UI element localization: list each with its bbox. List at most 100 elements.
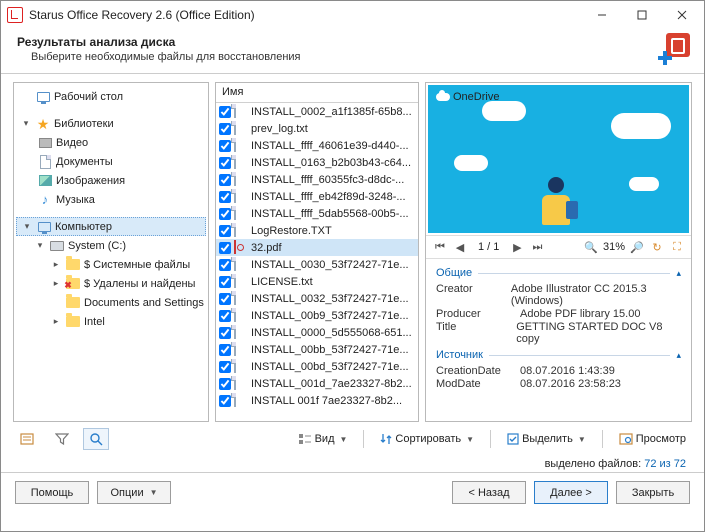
nav-last-icon[interactable]: ⏭ [529,239,545,255]
file-row[interactable]: INSTALL_0030_53f72427-71e... [216,256,418,273]
tree-desktop[interactable]: Рабочий стол [16,87,206,106]
section-source[interactable]: Источник [436,349,483,361]
tree-documents[interactable]: Документы [16,152,206,171]
file-checkbox[interactable] [219,327,231,339]
file-name: INSTALL_0000_5d555068-651... [251,327,412,339]
rotate-icon[interactable]: ↻ [649,239,665,255]
file-checkbox[interactable] [219,106,231,118]
tree-images[interactable]: Изображения [16,171,206,190]
file-row[interactable]: prev_log.txt [216,120,418,137]
file-name: INSTALL_00bb_53f72427-71e... [251,344,409,356]
collapse-icon[interactable]: ▴ [676,268,681,279]
file-row[interactable]: LogRestore.TXT [216,222,418,239]
tree-libraries[interactable]: ▾★Библиотеки [16,114,206,133]
file-checkbox[interactable] [219,242,231,254]
help-button[interactable]: Помощь [15,481,89,504]
file-checkbox[interactable] [219,140,231,152]
zoom-level: 31% [603,241,625,253]
file-row[interactable]: INSTALL_00b9_53f72427-71e... [216,307,418,324]
document-icon [234,258,248,272]
file-checkbox[interactable] [219,344,231,356]
view-button[interactable]: Вид▼ [292,428,354,450]
file-row[interactable]: INSTALL_0032_53f72427-71e... [216,290,418,307]
nav-first-icon[interactable]: ⏮ [432,239,448,255]
file-checkbox[interactable] [219,123,231,135]
file-row[interactable]: INSTALL_ffff_5dab5568-00b5-... [216,205,418,222]
next-button[interactable]: Далее > [534,481,608,504]
file-row[interactable]: INSTALL_0002_a1f1385f-65b8... [216,103,418,120]
file-name: LogRestore.TXT [251,225,332,237]
file-checkbox[interactable] [219,395,231,407]
file-checkbox[interactable] [219,259,231,271]
file-checkbox[interactable] [219,225,231,237]
tree-computer[interactable]: ▾Компьютер [16,217,206,236]
file-name: INSTALL_0002_a1f1385f-65b8... [251,106,412,118]
preview-button[interactable]: Просмотр [613,428,692,450]
file-checkbox[interactable] [219,174,231,186]
zoom-in-icon[interactable]: 🔎 [629,239,645,255]
header: Результаты анализа диска Выберите необхо… [1,29,704,74]
file-checkbox[interactable] [219,361,231,373]
tree-system-c[interactable]: ▾System (C:) [16,236,206,255]
search-icon[interactable] [83,428,109,450]
file-checkbox[interactable] [219,208,231,220]
file-row[interactable]: INSTALL_00bb_53f72427-71e... [216,341,418,358]
file-name: LICENSE.txt [251,276,313,288]
column-header-name[interactable]: Имя [216,83,418,103]
tree-deleted[interactable]: ▸✖$ Удалены и найдены [16,274,206,293]
options-button[interactable]: Опции▼ [97,481,171,504]
document-icon [234,173,248,187]
file-checkbox[interactable] [219,191,231,203]
tree-panel[interactable]: Рабочий стол ▾★Библиотеки Видео Документ… [13,82,209,422]
tree-sysfiles[interactable]: ▸$ Системные файлы [16,255,206,274]
file-checkbox[interactable] [219,310,231,322]
collapse-icon[interactable]: ▴ [676,350,681,361]
file-name: INSTALL_00bd_53f72427-71e... [251,361,409,373]
file-row[interactable]: INSTALL_0163_b2b03b43-c64... [216,154,418,171]
select-button[interactable]: Выделить▼ [501,428,592,450]
document-icon [234,360,248,374]
preview-panel: OneDrive ⏮ ◀ 1 / 1 ▶ ⏭ 🔍 31% 🔎 ↻ ⛶ Общие… [425,82,692,422]
file-row[interactable]: INSTALL_ffff_eb42f89d-3248-... [216,188,418,205]
file-checkbox[interactable] [219,276,231,288]
window-title: Starus Office Recovery 2.6 (Office Editi… [29,8,582,22]
file-list[interactable]: INSTALL_0002_a1f1385f-65b8... prev_log.tx… [216,103,418,421]
close-footer-button[interactable]: Закрыть [616,481,690,504]
close-button[interactable] [662,2,702,28]
minimize-button[interactable] [582,2,622,28]
star-icon: ★ [35,116,51,132]
file-name: INSTALL_00b9_53f72427-71e... [251,310,409,322]
tool-icon-1[interactable] [13,428,41,450]
file-checkbox[interactable] [219,378,231,390]
file-row[interactable]: INSTALL_00bd_53f72427-71e... [216,358,418,375]
zoom-out-icon[interactable]: 🔍 [583,239,599,255]
file-row[interactable]: INSTALL_ffff_60355fc3-d8dc-... [216,171,418,188]
file-row[interactable]: INSTALL_0000_5d555068-651... [216,324,418,341]
recovery-icon [660,33,690,63]
back-button[interactable]: < Назад [452,481,526,504]
sort-button[interactable]: Сортировать▼ [374,428,480,450]
tree-music[interactable]: ♪Музыка [16,190,206,209]
file-row[interactable]: 32.pdf [216,239,418,256]
file-name: INSTALL_001d_7ae23327-8b2... [251,378,412,390]
toolbar: Вид▼ Сортировать▼ Выделить▼ Просмотр [1,426,704,456]
document-icon [234,156,248,170]
file-row[interactable]: INSTALL_001d_7ae23327-8b2... [216,375,418,392]
tree-video[interactable]: Видео [16,133,206,152]
nav-next-icon[interactable]: ▶ [509,239,525,255]
filter-icon[interactable] [49,428,75,450]
tree-intel[interactable]: ▸Intel [16,312,206,331]
maximize-button[interactable] [622,2,662,28]
file-row[interactable]: INSTALL 001f 7ae23327-8b2... [216,392,418,409]
page-indicator: 1 / 1 [478,241,499,253]
tree-docsettings[interactable]: Documents and Settings [16,293,206,312]
file-checkbox[interactable] [219,293,231,305]
file-row[interactable]: LICENSE.txt [216,273,418,290]
fit-icon[interactable]: ⛶ [669,239,685,255]
document-icon [234,122,248,136]
nav-prev-icon[interactable]: ◀ [452,239,468,255]
file-checkbox[interactable] [219,157,231,169]
file-row[interactable]: INSTALL_ffff_46061e39-d440-... [216,137,418,154]
section-general[interactable]: Общие [436,267,472,279]
file-name: INSTALL_0030_53f72427-71e... [251,259,409,271]
